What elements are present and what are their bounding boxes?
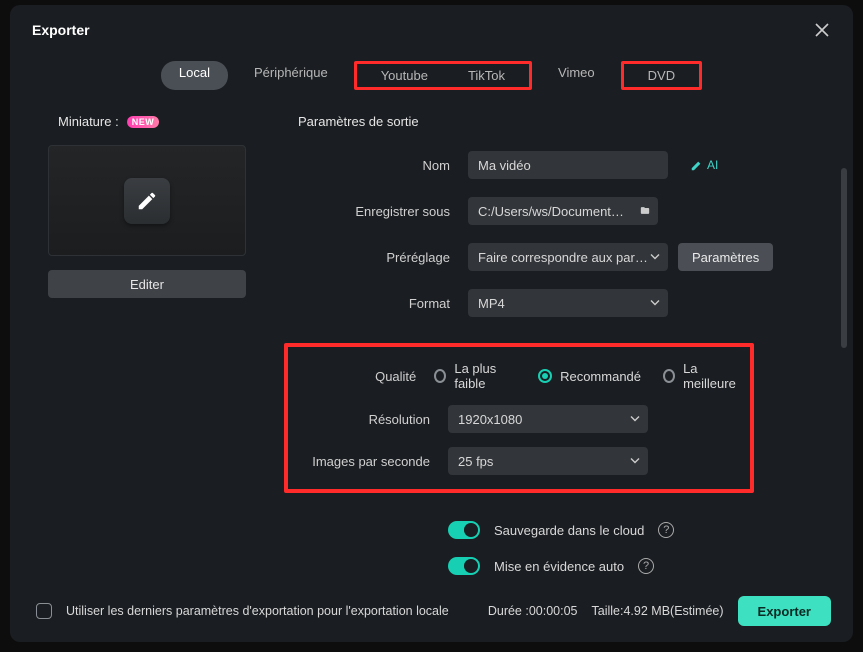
close-icon	[815, 23, 829, 37]
output-section-title: Paramètres de sortie	[298, 114, 833, 129]
highlight-box-dvd: DVD	[621, 61, 702, 90]
preset-settings-button[interactable]: Paramètres	[678, 243, 773, 271]
cloud-backup-label: Sauvegarde dans le cloud	[494, 523, 644, 538]
row-name: Nom Ma vidéo AI	[298, 151, 833, 179]
edit-thumbnail-icon	[124, 178, 170, 224]
row-format: Format MP4	[298, 289, 833, 317]
preset-select[interactable]: Faire correspondre aux paramètre	[468, 243, 668, 271]
thumbnail-preview[interactable]	[48, 145, 246, 256]
thumbnail-panel: Miniature : NEW Editer	[48, 108, 268, 582]
chevron-down-icon	[650, 296, 660, 311]
new-badge: NEW	[127, 116, 160, 128]
resolution-label: Résolution	[288, 412, 448, 427]
fps-value: 25 fps	[458, 454, 493, 469]
name-input[interactable]: Ma vidéo	[468, 151, 668, 179]
chevron-down-icon	[630, 454, 640, 469]
row-cloud: Sauvegarde dans le cloud ?	[298, 521, 833, 539]
auto-highlight-toggle[interactable]	[448, 557, 480, 575]
folder-icon[interactable]	[640, 204, 650, 219]
help-icon[interactable]: ?	[658, 522, 674, 538]
quality-label: Qualité	[288, 369, 434, 384]
row-savepath: Enregistrer sous C:/Users/ws/Documents/W…	[298, 197, 833, 225]
content-scrollbar[interactable]	[841, 168, 847, 532]
preset-label: Préréglage	[298, 250, 468, 265]
savepath-value: C:/Users/ws/Documents/Won	[478, 204, 628, 219]
savepath-label: Enregistrer sous	[298, 204, 468, 219]
help-icon[interactable]: ?	[638, 558, 654, 574]
row-resolution: Résolution 1920x1080	[288, 405, 740, 433]
pencil-small-icon	[690, 158, 704, 172]
highlight-box-quality: Qualité La plus faible Recommandé La mei…	[284, 343, 754, 493]
row-quality: Qualité La plus faible Recommandé La mei…	[288, 361, 740, 391]
name-label: Nom	[298, 158, 468, 173]
quality-radio-lowest[interactable]: La plus faible	[434, 361, 516, 391]
tab-dvd[interactable]: DVD	[628, 66, 695, 85]
dialog-title: Exporter	[32, 22, 90, 38]
format-value: MP4	[478, 296, 505, 311]
remember-settings-label: Utiliser les derniers paramètres d'expor…	[66, 604, 449, 618]
auto-highlight-label: Mise en évidence auto	[494, 559, 624, 574]
cloud-backup-toggle[interactable]	[448, 521, 480, 539]
scrollbar-thumb[interactable]	[841, 168, 847, 348]
duration-meta: Durée :00:00:05	[488, 604, 578, 618]
dialog-header: Exporter	[10, 5, 853, 49]
export-tabs: Local Périphérique Youtube TikTok Vimeo …	[10, 49, 853, 108]
size-meta: Taille:4.92 MB(Estimée)	[592, 604, 724, 618]
tab-device[interactable]: Périphérique	[236, 61, 346, 90]
quality-radio-best[interactable]: La meilleure	[663, 361, 740, 391]
fps-select[interactable]: 25 fps	[448, 447, 648, 475]
savepath-input[interactable]: C:/Users/ws/Documents/Won	[468, 197, 658, 225]
output-settings-panel: Paramètres de sortie Nom Ma vidéo AI	[268, 108, 833, 582]
quality-radio-recommended[interactable]: Recommandé	[538, 369, 641, 384]
export-dialog: Exporter Local Périphérique Youtube TikT…	[10, 5, 853, 642]
preset-value: Faire correspondre aux paramètre	[478, 250, 648, 265]
pencil-icon	[136, 190, 158, 212]
format-label: Format	[298, 296, 468, 311]
tab-tiktok[interactable]: TikTok	[448, 66, 525, 85]
chevron-down-icon	[650, 250, 660, 265]
dialog-content: Miniature : NEW Editer Paramètres de sor…	[10, 108, 853, 582]
resolution-select[interactable]: 1920x1080	[448, 405, 648, 433]
export-button[interactable]: Exporter	[738, 596, 831, 626]
tab-vimeo[interactable]: Vimeo	[540, 61, 613, 90]
tab-youtube[interactable]: Youtube	[361, 66, 448, 85]
name-value: Ma vidéo	[478, 158, 531, 173]
row-preset: Préréglage Faire correspondre aux paramè…	[298, 243, 833, 271]
row-fps: Images par seconde 25 fps	[288, 447, 740, 475]
dialog-footer: Utiliser les derniers paramètres d'expor…	[10, 582, 853, 642]
highlight-box-social: Youtube TikTok	[354, 61, 532, 90]
chevron-down-icon	[630, 412, 640, 427]
close-button[interactable]	[811, 19, 833, 41]
fps-label: Images par seconde	[288, 454, 448, 469]
tab-local[interactable]: Local	[161, 61, 228, 90]
ai-rename-button[interactable]: AI	[690, 158, 718, 172]
thumbnail-label: Miniature :	[58, 114, 119, 129]
resolution-value: 1920x1080	[458, 412, 522, 427]
row-highlight: Mise en évidence auto ?	[298, 557, 833, 575]
format-select[interactable]: MP4	[468, 289, 668, 317]
remember-settings-checkbox[interactable]	[36, 603, 52, 619]
edit-thumbnail-button[interactable]: Editer	[48, 270, 246, 298]
